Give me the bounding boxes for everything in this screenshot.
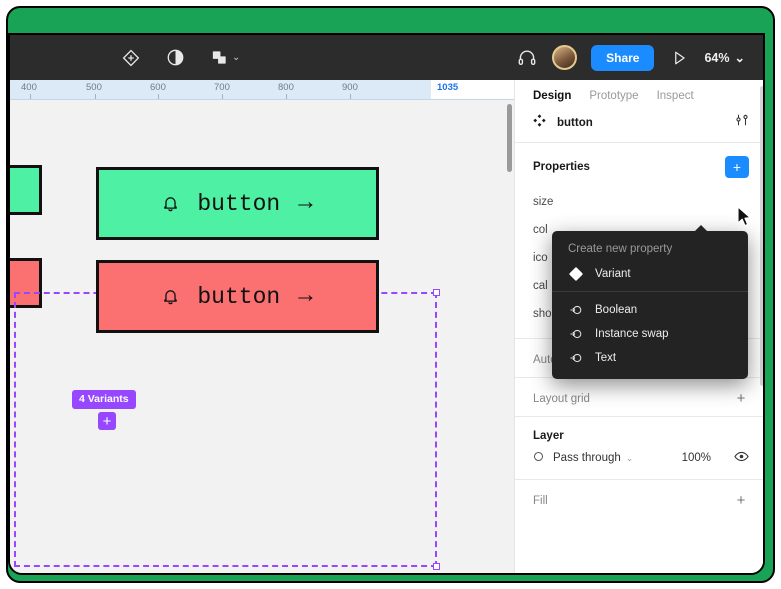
properties-title: Properties [533,161,590,173]
variant-button-label: button [197,283,281,310]
variant-clipped-green[interactable] [10,165,42,215]
ruler-selection-readout: 1035 [431,80,514,99]
arrow-right-icon: → [298,282,313,310]
components-shapes-icon[interactable] [208,47,230,69]
ruler-tick: 600 [150,82,166,93]
variant-set-selection-frame[interactable] [14,289,440,570]
bell-icon [162,194,179,213]
mask-contrast-icon[interactable] [164,47,186,69]
dropdown-separator [552,291,748,292]
property-swap-icon [568,351,583,365]
add-fill-button[interactable]: + [733,493,749,508]
dropdown-caret [694,225,708,232]
dropdown-item-label: Variant [595,268,631,280]
design-canvas[interactable]: 400 500 600 700 800 900 1035 button → bu… [10,80,514,573]
dropdown-item-text[interactable]: Text [552,346,748,370]
resize-handle-bottom-right[interactable] [433,563,440,570]
dropdown-item-variant[interactable]: Variant [552,263,748,285]
sliders-icon[interactable] [735,113,749,132]
shapes-chevron-down-icon[interactable]: ⌄ [232,52,240,63]
resize-handle-top-right[interactable] [433,289,440,296]
app-window: ⌄ Share 64% ⌄ 400 500 600 700 800 900 10… [8,33,765,575]
layer-blend-row: Pass through ⌄ 100% [515,448,763,479]
add-layout-grid-button[interactable]: + [733,391,749,406]
dropdown-item-label: Instance swap [595,328,669,340]
horizontal-ruler[interactable]: 400 500 600 700 800 900 1035 [10,80,514,100]
toolbar-tools: ⌄ [120,47,240,69]
dropdown-header: Create new property [568,243,673,255]
canvas-body: button → button → 4 Variants + [10,100,514,573]
variants-count-badge[interactable]: 4 Variants [72,390,136,409]
blend-mode-value: Pass through [553,452,621,464]
fill-section-header: Fill + [515,480,763,518]
dropdown-item-boolean[interactable]: Boolean [552,298,748,322]
variant-button-green[interactable]: button → [96,167,379,240]
arrow-right-icon: → [298,189,313,217]
zoom-chevron-down-icon: ⌄ [734,51,745,65]
share-button[interactable]: Share [591,44,655,71]
variant-button-label: button [197,190,281,217]
tab-design[interactable]: Design [533,90,571,102]
panel-vertical-scrollbar[interactable] [760,86,763,386]
top-toolbar: ⌄ Share 64% ⌄ [10,35,763,80]
diamond-icon [568,266,583,282]
bell-icon [162,287,179,306]
ruler-tick: 400 [21,82,37,93]
zoom-level-label: 64% [704,50,730,65]
panel-tabs: Design Prototype Inspect [515,80,763,110]
ruler-tick: 700 [214,82,230,93]
eye-icon[interactable] [734,450,749,466]
tab-inspect[interactable]: Inspect [657,90,694,102]
zoom-control[interactable]: 64% ⌄ [704,50,745,66]
component-name: button [557,116,593,129]
ruler-tick: 500 [86,82,102,93]
variant-button-red[interactable]: button → [96,260,379,333]
canvas-vertical-scrollbar[interactable] [507,104,512,172]
opacity-value[interactable]: 100% [682,452,711,464]
add-property-button[interactable]: + [725,156,749,178]
dropdown-item-label: Boolean [595,304,638,316]
fill-title: Fill [533,494,548,507]
tab-prototype[interactable]: Prototype [589,90,638,102]
property-swap-icon [568,327,583,341]
toolbar-right-group: Share 64% ⌄ [516,35,763,80]
property-swap-icon [568,303,583,317]
layout-grid-title: Layout grid [533,392,590,405]
dropdown-item-instance-swap[interactable]: Instance swap [552,322,748,346]
ruler-tick: 800 [278,82,294,93]
dropdown-item-label: Text [595,352,617,364]
avatar[interactable] [552,45,578,70]
properties-section-header: Properties + [515,143,763,188]
play-present-icon[interactable] [668,47,690,69]
layout-grid-section-header: Layout grid + [515,378,763,416]
layer-title: Layer [533,430,564,442]
blend-mode-icon [533,451,544,465]
component-header-row: button [515,110,763,142]
component-icon [533,113,546,132]
ruler-tick: 900 [342,82,358,93]
headphones-icon[interactable] [516,47,538,69]
move-tool-icon[interactable] [120,47,142,69]
property-row[interactable]: size [533,188,749,216]
ruler-selection-value: 1035 [437,82,459,93]
blend-mode-select[interactable]: Pass through ⌄ [553,452,633,464]
add-variant-button[interactable]: + [98,412,116,430]
screenshot-root: ⌄ Share 64% ⌄ 400 500 600 700 800 900 10… [0,0,781,589]
layer-section-header: Layer [515,417,763,448]
blend-chevron-down-icon: ⌄ [625,452,634,463]
create-property-dropdown: Create new property Variant Boolean Inst… [552,225,748,379]
